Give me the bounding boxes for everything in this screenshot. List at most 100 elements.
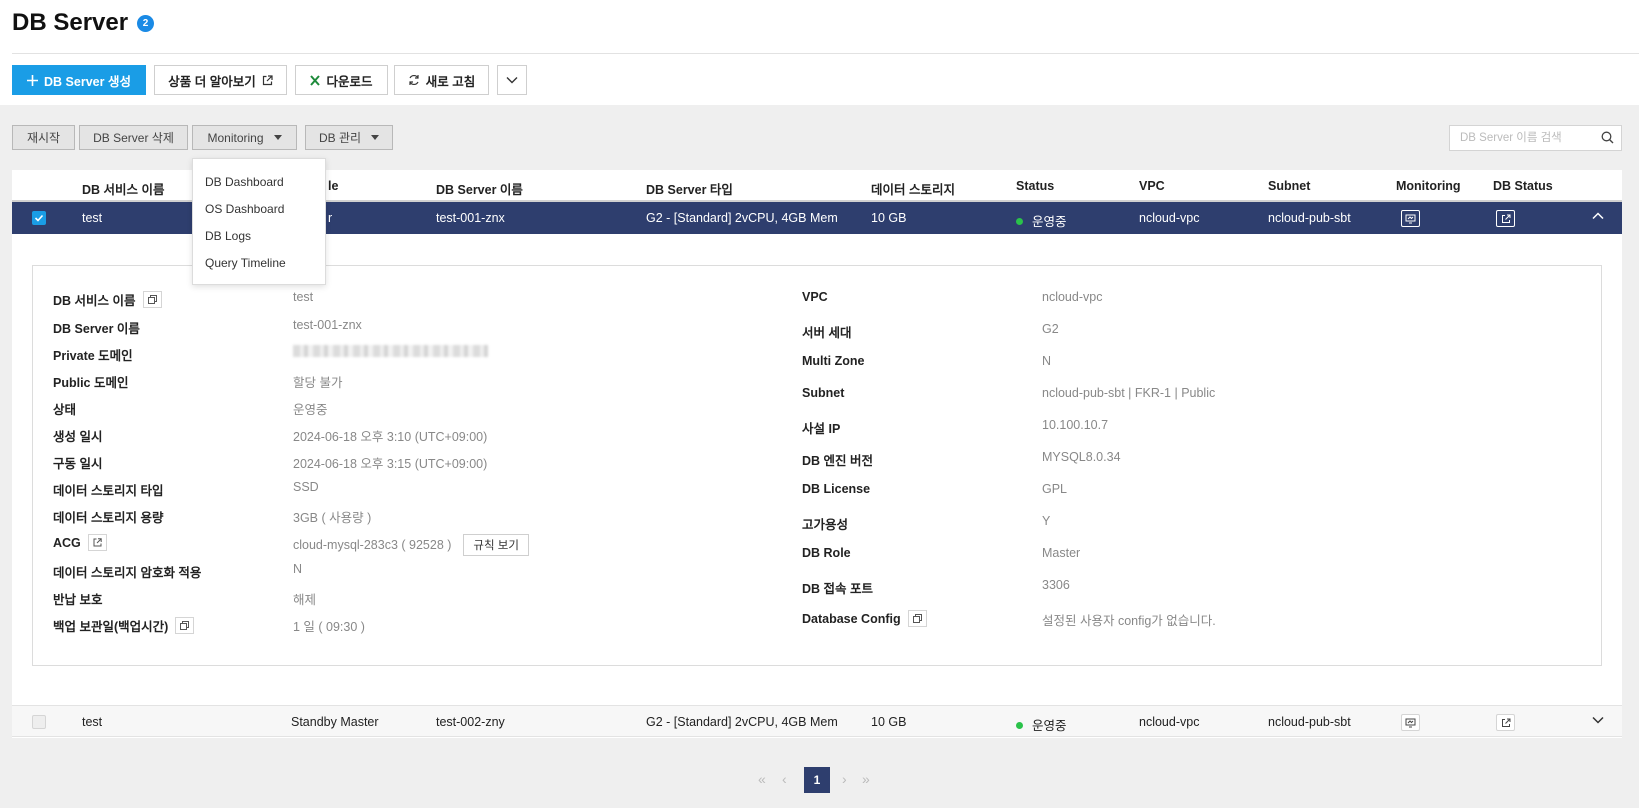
row-checkbox[interactable]: [32, 211, 46, 225]
col-subnet[interactable]: Subnet: [1268, 179, 1310, 193]
monitoring-dropdown-button[interactable]: Monitoring: [192, 125, 297, 150]
detail-value: 할당 불가: [293, 372, 342, 391]
detail-label-text: ACG: [53, 535, 81, 550]
col-service-name[interactable]: DB 서비스 이름: [82, 179, 165, 198]
chevron-down-icon[interactable]: [1592, 716, 1604, 724]
menu-item-os-dashboard[interactable]: OS Dashboard: [205, 202, 284, 216]
detail-value-text: 10.100.10.7: [1042, 418, 1109, 432]
col-monitoring[interactable]: Monitoring: [1396, 179, 1461, 193]
detail-label-text: DB 서비스 이름: [53, 294, 136, 308]
detail-label-text: 고가용성: [802, 518, 849, 532]
detail-value: 설정된 사용자 config가 없습니다.: [1042, 610, 1216, 629]
create-db-server-label: DB Server 생성: [44, 74, 131, 89]
col-status[interactable]: Status: [1016, 179, 1054, 193]
prev-page-icon[interactable]: ‹: [782, 771, 787, 787]
detail-value-text: test: [293, 290, 314, 304]
col-server-type[interactable]: DB Server 타입: [646, 179, 733, 198]
monitoring-icon[interactable]: [1401, 210, 1420, 227]
last-page-icon[interactable]: »: [862, 771, 870, 787]
refresh-button[interactable]: 새로 고침: [394, 65, 489, 95]
page-header: DB Server 2 DB Server 생성 상품 더 알아보기 다운로드 …: [0, 0, 1639, 105]
col-role[interactable]: le: [328, 179, 338, 193]
monitoring-icon[interactable]: [1401, 714, 1420, 731]
cell-server-type: G2 - [Standard] 2vCPU, 4GB Mem: [646, 211, 838, 225]
col-storage[interactable]: 데이터 스토리지: [871, 179, 955, 198]
page-current[interactable]: 1: [804, 767, 830, 793]
detail-label: DB Server 이름: [53, 318, 140, 337]
search-icon[interactable]: [1601, 131, 1614, 144]
next-page-icon[interactable]: ›: [842, 771, 847, 787]
db-manage-dropdown-button[interactable]: DB 관리: [305, 125, 393, 150]
menu-item-db-dashboard[interactable]: DB Dashboard: [205, 175, 284, 189]
detail-label: 고가용성: [802, 514, 848, 533]
detail-value: SSD: [293, 480, 319, 494]
detail-label: Public 도메인: [53, 372, 128, 391]
copy-icon[interactable]: [142, 291, 162, 308]
copy-icon[interactable]: [907, 610, 927, 627]
detail-value: ncloud-pub-sbt | FKR-1 | Public: [1042, 386, 1215, 400]
detail-label-text: VPC: [802, 290, 828, 304]
pagination: « ‹ 1 › »: [0, 767, 1639, 793]
detail-value-text: 1 일 ( 09:30 ): [293, 620, 365, 634]
db-status-link-icon[interactable]: [1496, 714, 1515, 731]
count-badge: 2: [137, 15, 154, 32]
download-label: 다운로드: [326, 74, 373, 89]
detail-value-text: 3306: [1042, 578, 1070, 592]
detail-label-text: Multi Zone: [802, 354, 865, 368]
excel-icon: [310, 74, 321, 86]
row-checkbox[interactable]: [32, 715, 46, 729]
col-vpc[interactable]: VPC: [1139, 179, 1165, 193]
cell-vpc: ncloud-vpc: [1139, 211, 1200, 225]
detail-label: DB 엔진 버전: [802, 450, 873, 469]
restart-button[interactable]: 재시작: [12, 125, 75, 150]
detail-label-text: DB 접속 포트: [802, 582, 874, 596]
external-link-icon[interactable]: [87, 534, 107, 551]
db-manage-label: DB 관리: [318, 131, 362, 145]
create-db-server-button[interactable]: DB Server 생성: [12, 65, 146, 95]
cell-service-name: test: [82, 211, 103, 225]
detail-label-text: DB 엔진 버전: [802, 454, 874, 468]
delete-db-server-button[interactable]: DB Server 삭제: [79, 125, 188, 150]
first-page-icon[interactable]: «: [758, 771, 766, 787]
menu-item-db-logs[interactable]: DB Logs: [205, 229, 251, 243]
detail-label-text: DB Role: [802, 546, 851, 560]
detail-value-text: 2024-06-18 오후 3:15 (UTC+09:00): [293, 457, 488, 471]
detail-value-text: ncloud-vpc: [1042, 290, 1103, 304]
detail-label-text: 서버 세대: [802, 326, 852, 340]
chevron-up-icon[interactable]: [1592, 212, 1604, 220]
detail-value: test-001-znx: [293, 318, 362, 332]
detail-label: VPC: [802, 290, 828, 304]
more-options-button[interactable]: [497, 65, 527, 95]
detail-value-text: cloud-mysql-283c3 ( 92528 ): [293, 538, 452, 552]
db-status-link-icon[interactable]: [1496, 210, 1515, 227]
detail-label: 서버 세대: [802, 322, 851, 341]
menu-item-query-timeline[interactable]: Query Timeline: [205, 256, 286, 270]
status-dot: [1016, 218, 1023, 225]
detail-value-text: GPL: [1042, 482, 1068, 496]
view-rules-button[interactable]: 규칙 보기: [463, 534, 529, 556]
header-divider: [12, 53, 1639, 54]
delete-label: DB Server 삭제: [93, 131, 174, 145]
col-server-name[interactable]: DB Server 이름: [436, 179, 523, 198]
detail-label: Private 도메인: [53, 345, 133, 364]
table-row[interactable]: test Standby Master test-002-zny G2 - [S…: [12, 705, 1622, 737]
status-text: 운영중: [1032, 215, 1067, 229]
detail-label: 반납 보호: [53, 589, 102, 608]
col-db-status[interactable]: DB Status: [1493, 179, 1553, 193]
detail-value-text: Master: [1042, 546, 1081, 560]
detail-label: ACG: [53, 534, 107, 551]
cell-storage: 10 GB: [871, 211, 907, 225]
search-input[interactable]: [1450, 126, 1595, 150]
plus-icon: [27, 74, 39, 86]
detail-value-text: N: [1042, 354, 1052, 368]
caret-down-icon: [371, 135, 380, 140]
copy-icon[interactable]: [175, 617, 195, 634]
detail-label: Database Config: [802, 610, 927, 627]
download-button[interactable]: 다운로드: [295, 65, 388, 95]
detail-label: DB Role: [802, 546, 851, 560]
detail-value-text: 설정된 사용자 config가 없습니다.: [1042, 614, 1216, 628]
detail-label: 사설 IP: [802, 418, 840, 437]
detail-label: DB 접속 포트: [802, 578, 873, 597]
learn-more-button[interactable]: 상품 더 알아보기: [154, 65, 287, 95]
detail-value-text: 할당 불가: [293, 376, 343, 390]
